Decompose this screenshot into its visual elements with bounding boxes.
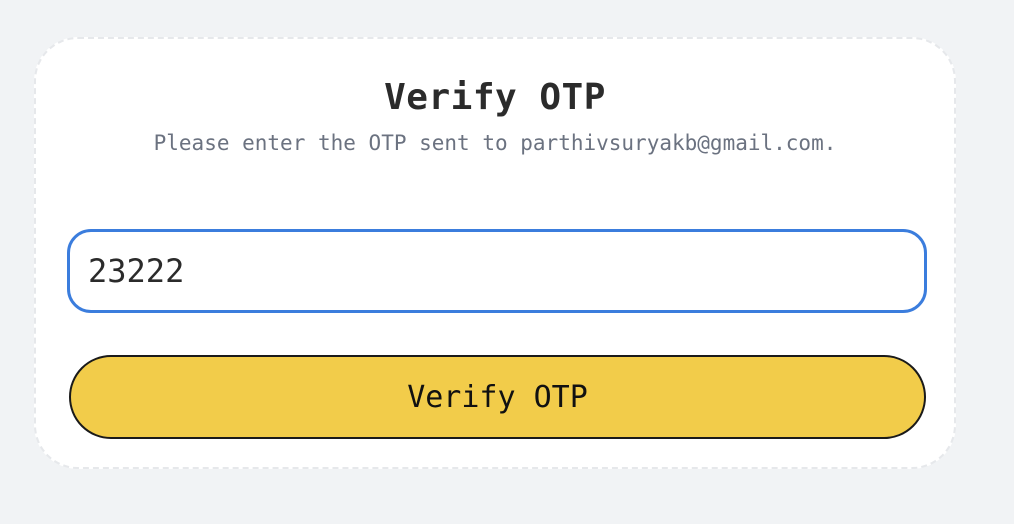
otp-instruction-text: Please enter the OTP sent to parthivsury… xyxy=(153,131,837,155)
verify-otp-button[interactable]: Verify OTP xyxy=(69,355,926,439)
page-title: Verify OTP xyxy=(384,77,606,118)
verify-otp-card: Verify OTP Please enter the OTP sent to … xyxy=(34,37,956,469)
otp-input[interactable] xyxy=(67,229,927,313)
